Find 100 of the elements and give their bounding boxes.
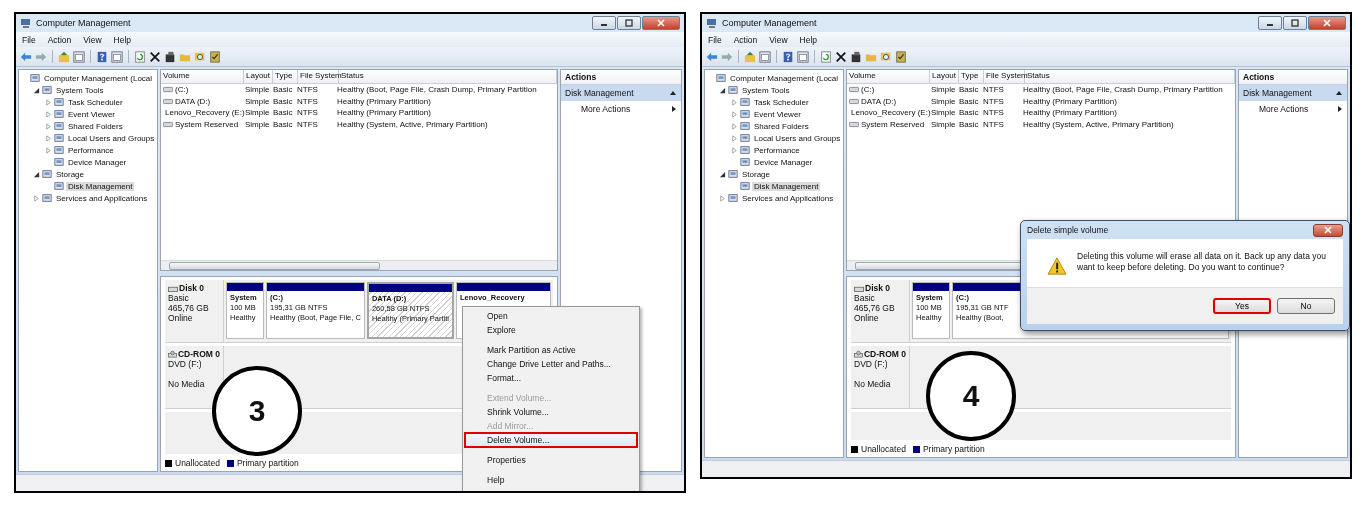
menu-item[interactable]: Delete Volume...: [465, 433, 637, 447]
table-cell: Healthy (Primary Partition): [337, 108, 431, 118]
table-cell: Healthy (System, Active, Primary Partition): [337, 119, 488, 129]
table-cell: Basic: [959, 119, 979, 129]
table-cell: Simple: [931, 85, 956, 95]
tree-item[interactable]: Storage: [54, 169, 87, 179]
window-title: Computer Management: [36, 18, 132, 28]
menu-item[interactable]: Shrink Volume...: [465, 405, 637, 419]
menu-item[interactable]: Properties: [465, 453, 637, 467]
actions-header: Actions: [561, 70, 681, 85]
table-cell: Simple: [931, 108, 956, 118]
actions-header: Actions: [1239, 70, 1347, 85]
table-cell: Healthy (Primary Partition): [1023, 96, 1117, 106]
tree-item[interactable]: Event Viewer: [752, 109, 803, 119]
disk-info: DVD (F:): [854, 359, 889, 369]
tree-item[interactable]: Task Scheduler: [66, 97, 125, 107]
table-cell: Basic: [959, 108, 979, 118]
disk-name: Disk 0: [179, 283, 205, 293]
disk-name: CD-ROM 0: [177, 349, 220, 359]
tree-item[interactable]: Shared Folders: [752, 121, 811, 131]
column-header[interactable]: Layout: [244, 70, 273, 83]
actions-section[interactable]: Disk Management: [1239, 85, 1347, 101]
column-header[interactable]: Volume: [847, 70, 930, 83]
table-cell: Basic: [273, 85, 293, 95]
table-cell: Healthy (Primary Partition): [1023, 108, 1117, 118]
tree-item[interactable]: Event Viewer: [66, 109, 117, 119]
table-cell: Basic: [959, 96, 979, 106]
table-cell: Lenovo_Recovery (E:): [165, 108, 245, 118]
actions-section[interactable]: Disk Management: [561, 85, 681, 101]
table-cell: NTFS: [297, 85, 318, 95]
table-cell: Simple: [245, 85, 270, 95]
menu-item[interactable]: Format...: [465, 371, 637, 385]
table-cell: Basic: [273, 96, 293, 106]
table-cell: Healthy (Primary Partition): [337, 96, 431, 106]
menu-item[interactable]: View: [769, 34, 788, 45]
menu-item[interactable]: Action: [733, 34, 758, 45]
menu-item[interactable]: Mark Partition as Active: [465, 343, 637, 357]
dialog-message: Deleting this volume will erase all data on it. Back up any data you want to keep before deleting. Do you want to continue?: [1077, 251, 1327, 273]
tree-item[interactable]: Performance: [66, 145, 116, 155]
column-header[interactable]: File System: [984, 70, 1025, 83]
table-cell: NTFS: [983, 96, 1004, 106]
table-cell: Basic: [959, 85, 979, 95]
legend-label: Unallocated: [861, 444, 906, 454]
column-header[interactable]: Layout: [930, 70, 959, 83]
tree-item[interactable]: Local Users and Groups: [66, 133, 157, 143]
tree-item[interactable]: Disk Management: [752, 181, 821, 191]
action-link[interactable]: More Actions: [561, 101, 681, 117]
table-cell: NTFS: [297, 119, 318, 129]
column-header[interactable]: Type: [959, 70, 984, 83]
column-header[interactable]: File System: [298, 70, 339, 83]
tree-item[interactable]: Device Manager: [66, 157, 129, 167]
tree-item[interactable]: Disk Management: [66, 181, 135, 191]
menu-item[interactable]: Change Drive Letter and Paths...: [465, 357, 637, 371]
menu-item[interactable]: Action: [47, 34, 72, 45]
table-cell: Simple: [931, 119, 956, 129]
tree-item[interactable]: Services and Applications: [54, 193, 150, 203]
action-link[interactable]: More Actions: [1239, 101, 1347, 117]
menu-item[interactable]: Help: [113, 34, 132, 45]
tree-item[interactable]: Services and Applications: [740, 193, 836, 203]
table-cell: (C:): [175, 85, 189, 95]
table-cell: Healthy (Boot, Page File, Crash Dump, Primary Partition: [1023, 85, 1223, 95]
tree-item[interactable]: Shared Folders: [66, 121, 125, 131]
table-cell: Healthy (System, Active, Primary Partition): [1023, 119, 1174, 129]
column-header[interactable]: Type: [273, 70, 298, 83]
disk-name: Disk 0: [865, 283, 891, 293]
tree-item[interactable]: Storage: [740, 169, 773, 179]
table-cell: Healthy (Boot, Page File, Crash Dump, Primary Partition: [337, 85, 537, 95]
table-cell: NTFS: [983, 85, 1004, 95]
tree-item[interactable]: Performance: [752, 145, 802, 155]
tree-item[interactable]: Computer Management (Local: [42, 73, 155, 83]
disk-info: Online: [854, 313, 880, 323]
tree-item[interactable]: Device Manager: [752, 157, 815, 167]
menu-item[interactable]: Open: [465, 309, 637, 323]
dialog-button[interactable]: Yes: [1213, 298, 1271, 314]
table-cell: Simple: [245, 119, 270, 129]
legend-label: Unallocated: [175, 458, 220, 468]
disk-name: CD-ROM 0: [863, 349, 906, 359]
tree-item[interactable]: Task Scheduler: [752, 97, 811, 107]
tree-item[interactable]: System Tools: [740, 85, 792, 95]
disk-info: No Media: [854, 379, 892, 389]
disk-info: Basic: [854, 293, 876, 303]
table-cell: Basic: [273, 119, 293, 129]
table-cell: System Reserved: [861, 119, 925, 129]
disk-info: No Media: [168, 379, 206, 389]
table-cell: (C:): [861, 85, 875, 95]
tree-item[interactable]: Local Users and Groups: [752, 133, 843, 143]
menu-item[interactable]: Explore: [465, 323, 637, 337]
table-cell: NTFS: [983, 108, 1004, 118]
menu-item[interactable]: View: [83, 34, 102, 45]
dialog-button[interactable]: No: [1277, 298, 1335, 314]
table-cell: System Reserved: [175, 119, 239, 129]
table-cell: DATA (D:): [175, 96, 211, 106]
menu-item[interactable]: File: [22, 34, 36, 45]
tree-item[interactable]: System Tools: [54, 85, 106, 95]
menu-item[interactable]: Help: [465, 473, 637, 487]
dialog-title: Delete simple volume: [1027, 225, 1109, 235]
menu-item[interactable]: Help: [799, 34, 818, 45]
column-header[interactable]: Volume: [161, 70, 244, 83]
tree-item[interactable]: Computer Management (Local: [728, 73, 841, 83]
menu-item[interactable]: File: [708, 34, 722, 45]
